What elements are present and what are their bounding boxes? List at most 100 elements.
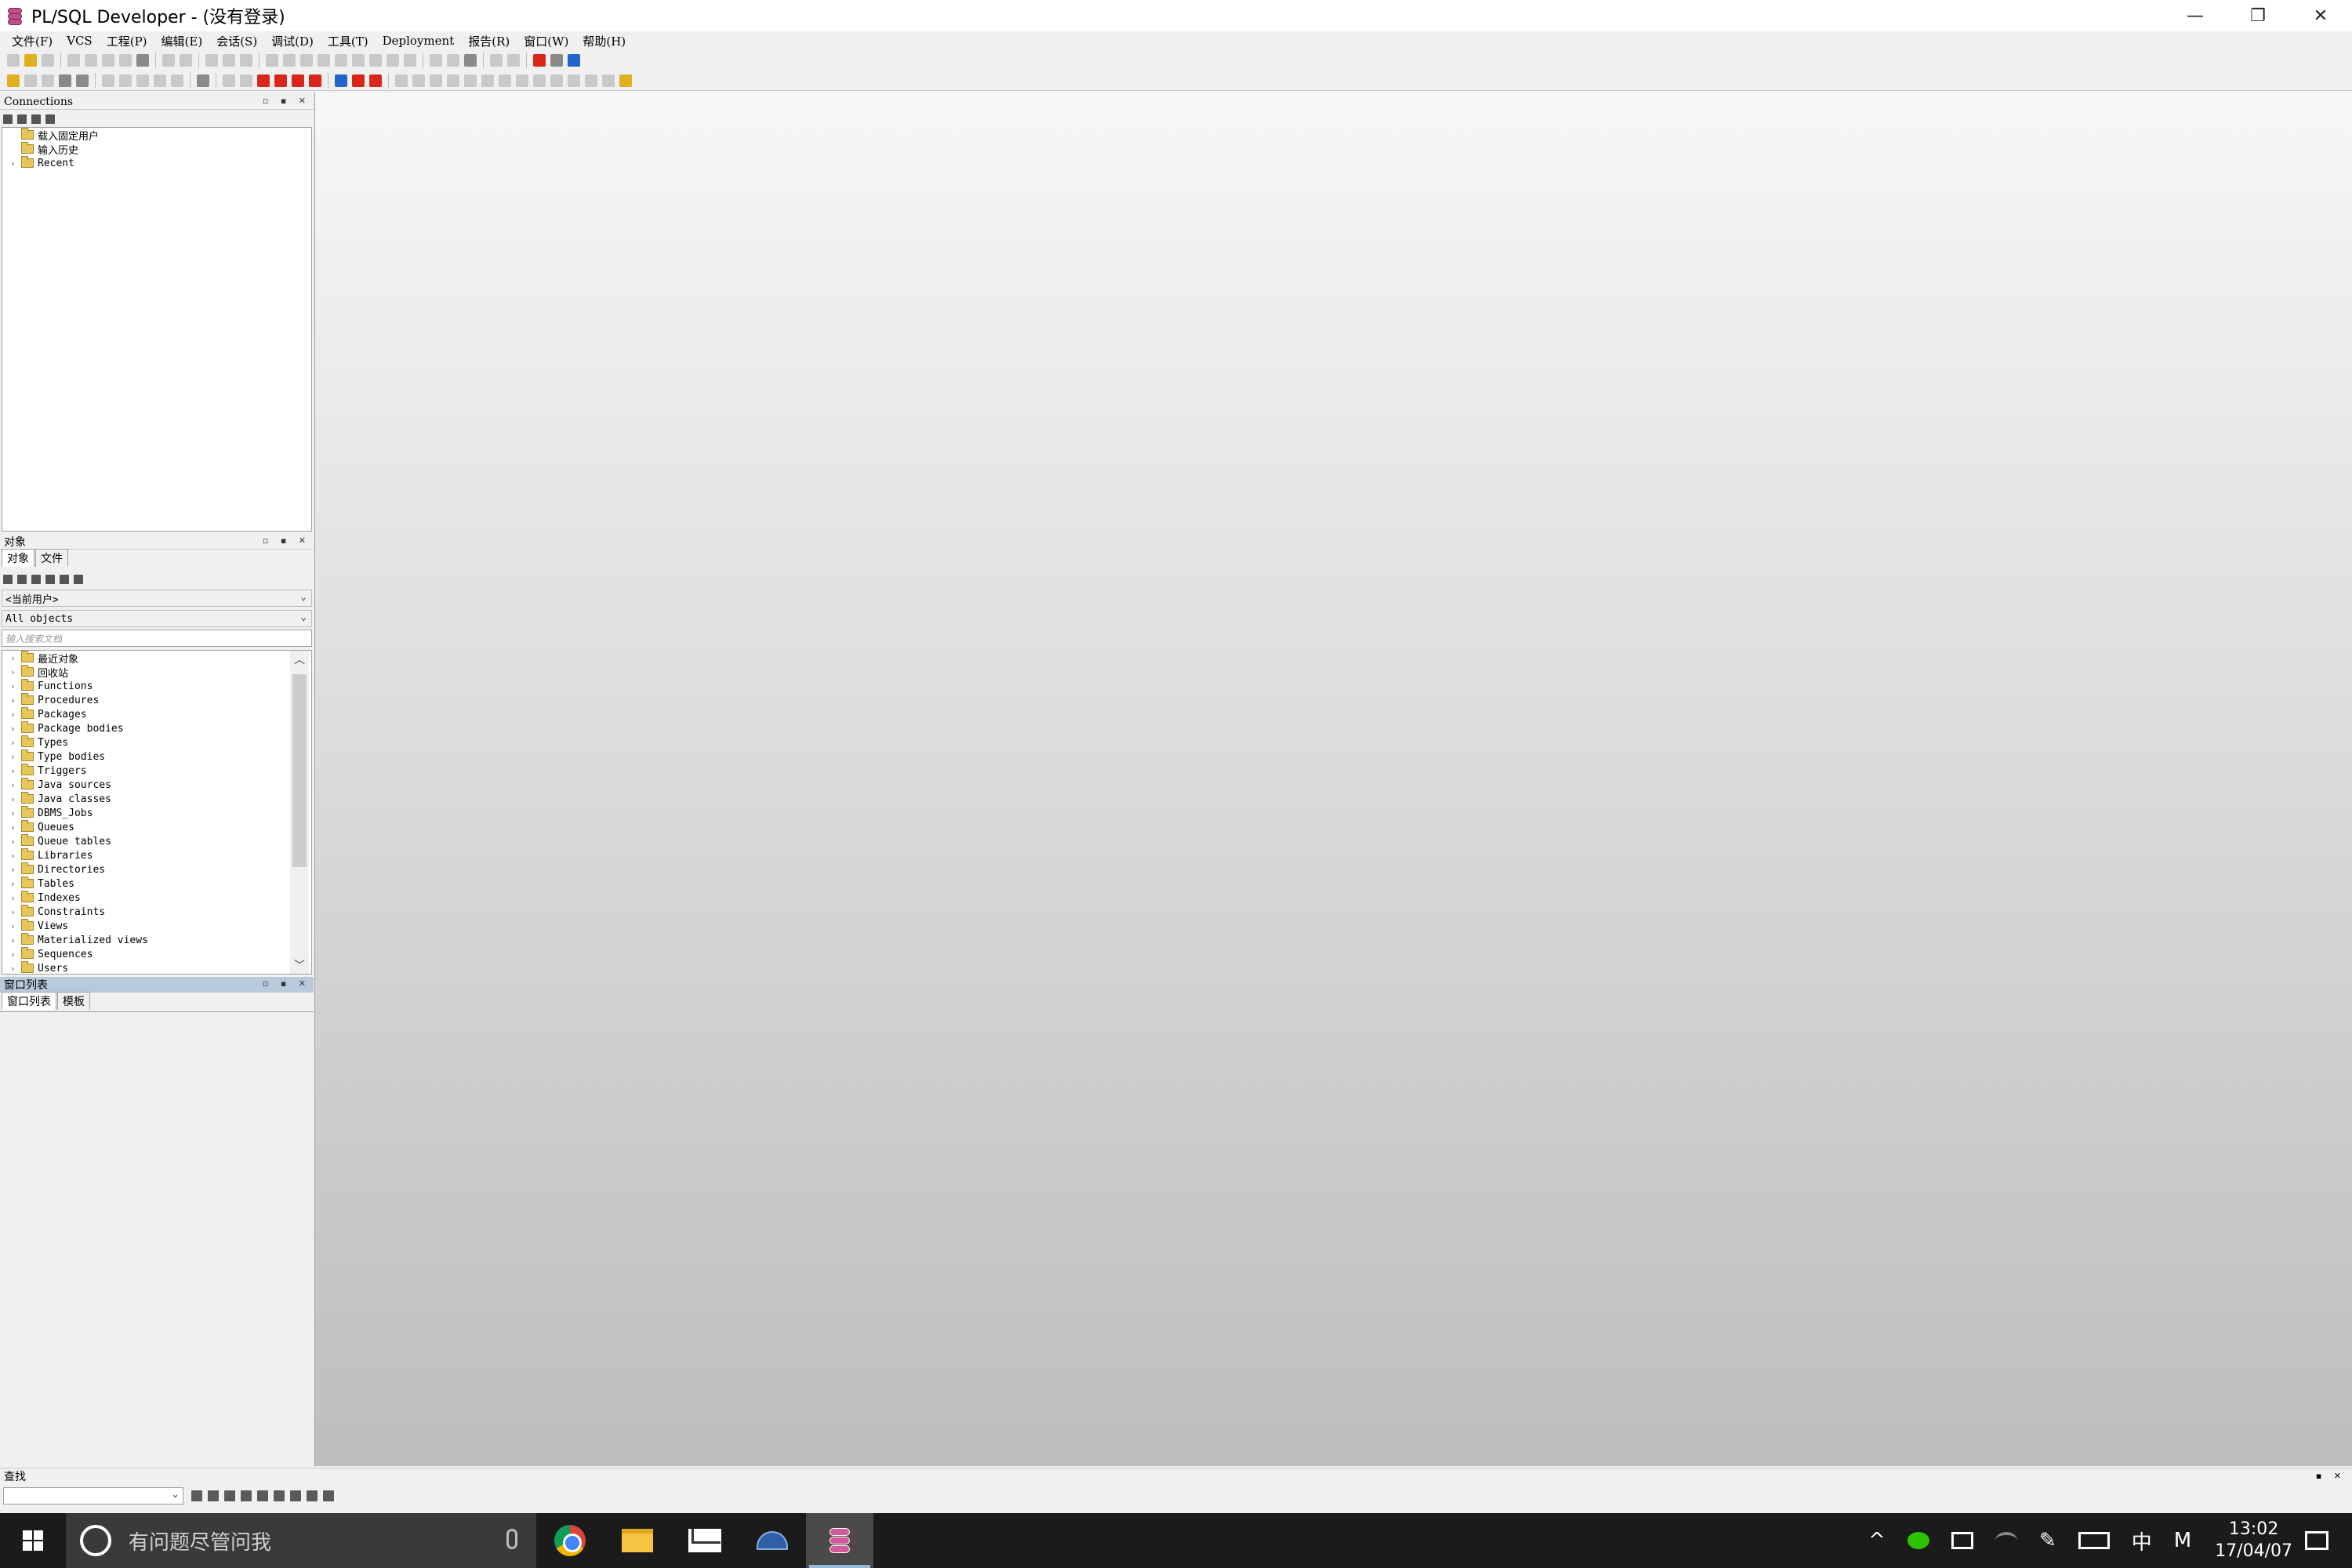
- wechat-icon[interactable]: [1907, 1532, 1929, 1549]
- user-select[interactable]: <当前用户> ⌄: [2, 590, 312, 607]
- remove-icon[interactable]: [31, 114, 41, 124]
- highlight-icon[interactable]: [241, 1490, 252, 1501]
- chevron-right-icon[interactable]: ›: [10, 907, 18, 917]
- filter-icon[interactable]: [60, 575, 69, 584]
- report-icon[interactable]: [171, 74, 183, 87]
- chevron-right-icon[interactable]: ›: [10, 780, 18, 790]
- tab-files[interactable]: 文件: [35, 549, 68, 567]
- disconnect-icon[interactable]: [59, 74, 71, 87]
- copy-icon[interactable]: [223, 54, 235, 67]
- comment-icon[interactable]: [352, 54, 365, 67]
- tree-item[interactable]: › Users: [2, 961, 311, 974]
- tree-item[interactable]: 输入历史: [2, 142, 311, 157]
- debug-stop-icon[interactable]: [257, 74, 270, 87]
- call-stack-icon[interactable]: [464, 74, 477, 87]
- run-to-exception-icon[interactable]: [412, 74, 425, 87]
- chevron-right-icon[interactable]: ›: [10, 766, 18, 776]
- tree-item[interactable]: › Functions: [2, 679, 311, 693]
- print-setup-icon[interactable]: [136, 54, 149, 67]
- command-window-icon[interactable]: [154, 74, 166, 87]
- rollback-icon[interactable]: [119, 74, 132, 87]
- wrench-icon[interactable]: [197, 74, 209, 87]
- replace-icon[interactable]: [283, 54, 296, 67]
- menu-deployment[interactable]: Deployment: [376, 34, 462, 48]
- refresh-icon[interactable]: [3, 575, 13, 584]
- tab-window-list[interactable]: 窗口列表: [2, 992, 56, 1010]
- tree-item[interactable]: › Tables: [2, 877, 311, 891]
- chevron-right-icon[interactable]: ›: [10, 893, 18, 903]
- taskbar-plsql-developer[interactable]: [806, 1513, 873, 1568]
- tree-item[interactable]: › Views: [2, 919, 311, 933]
- chevron-right-icon[interactable]: ›: [10, 822, 18, 833]
- chevron-up-icon[interactable]: ^: [1868, 1529, 1886, 1552]
- restore-button[interactable]: ❐: [2227, 0, 2289, 31]
- chevron-right-icon[interactable]: ›: [10, 710, 18, 720]
- run-to-icon[interactable]: [395, 74, 408, 87]
- chevron-right-icon[interactable]: ›: [10, 681, 18, 691]
- breakpoint-clear-icon[interactable]: [309, 74, 321, 87]
- taskbar-file-explorer[interactable]: [604, 1513, 671, 1568]
- chevron-right-icon[interactable]: ›: [10, 851, 18, 861]
- regex-icon[interactable]: [307, 1490, 318, 1501]
- find-icon[interactable]: [266, 54, 278, 67]
- objects-scrollbar[interactable]: ︿ ﹀: [290, 651, 309, 974]
- exit-icon[interactable]: [533, 54, 546, 67]
- paste-icon[interactable]: [240, 54, 252, 67]
- taskbar-speedometer[interactable]: [739, 1513, 806, 1568]
- debug-option-5-icon[interactable]: [550, 74, 563, 87]
- menu-project[interactable]: 工程(P): [100, 33, 154, 49]
- commit-icon[interactable]: [102, 74, 114, 87]
- notification-icon[interactable]: [2305, 1531, 2328, 1550]
- watch-icon[interactable]: [430, 74, 442, 87]
- menu-window[interactable]: 窗口(W): [517, 33, 575, 49]
- chevron-right-icon[interactable]: ›: [10, 738, 18, 748]
- debug-option-4-icon[interactable]: [533, 74, 546, 87]
- add-icon[interactable]: [17, 114, 27, 124]
- lowercase-icon[interactable]: [404, 54, 416, 67]
- log-on-icon[interactable]: [7, 74, 20, 87]
- clear-icon[interactable]: [257, 1490, 268, 1501]
- tree-item[interactable]: › Packages: [2, 707, 311, 721]
- remove-icon[interactable]: [31, 575, 41, 584]
- chevron-right-icon[interactable]: ›: [10, 794, 18, 804]
- connect-icon[interactable]: [42, 74, 54, 87]
- whole-word-icon[interactable]: [274, 1490, 285, 1501]
- tree-item[interactable]: › Triggers: [2, 764, 311, 778]
- object-filter-input[interactable]: 输入搜索文档: [2, 630, 312, 647]
- explain-icon[interactable]: [447, 54, 459, 67]
- taskbar-chrome[interactable]: [536, 1513, 604, 1568]
- tree-item[interactable]: › Directories: [2, 862, 311, 877]
- menu-help[interactable]: 帮助(H): [575, 33, 633, 49]
- tree-item[interactable]: › Procedures: [2, 693, 311, 707]
- chevron-right-icon[interactable]: ›: [10, 837, 18, 847]
- minimize-button[interactable]: —: [2164, 0, 2227, 31]
- pen-icon[interactable]: ✎: [2039, 1529, 2056, 1552]
- battery-icon[interactable]: [1951, 1532, 1973, 1549]
- chevron-right-icon[interactable]: ›: [10, 921, 18, 931]
- save-icon[interactable]: [67, 54, 80, 67]
- variables-icon[interactable]: [447, 74, 459, 87]
- debug-option-6-icon[interactable]: [568, 74, 580, 87]
- chevron-right-icon[interactable]: ›: [10, 695, 18, 706]
- menu-tools[interactable]: 工具(T): [321, 33, 376, 49]
- tree-item[interactable]: › 回收站: [2, 665, 311, 680]
- refresh-icon[interactable]: [102, 54, 114, 67]
- clock[interactable]: 13:02 17/04/07: [2215, 1519, 2292, 1563]
- tree-item[interactable]: › Materialized views: [2, 933, 311, 947]
- find-next-icon[interactable]: [300, 54, 313, 67]
- tree-item[interactable]: › Queue tables: [2, 834, 311, 848]
- ime-indicator[interactable]: 中: [2132, 1526, 2152, 1555]
- step-over-icon[interactable]: [352, 74, 365, 87]
- chevron-right-icon[interactable]: ›: [10, 949, 18, 960]
- breakpoint-toggle-icon[interactable]: [292, 74, 304, 87]
- start-button[interactable]: [0, 1513, 66, 1568]
- options-icon[interactable]: [323, 1490, 334, 1501]
- breakpoint-icon[interactable]: [274, 74, 287, 87]
- tree-item[interactable]: › Queues: [2, 820, 311, 834]
- panel-controls[interactable]: ▪ ✕: [2316, 1471, 2346, 1481]
- cortana-search[interactable]: 有问题尽管问我: [66, 1513, 536, 1568]
- refresh-icon[interactable]: [3, 114, 13, 124]
- uncomment-icon[interactable]: [369, 54, 382, 67]
- taskbar-mail[interactable]: [671, 1513, 739, 1568]
- chevron-right-icon[interactable]: ›: [10, 667, 18, 677]
